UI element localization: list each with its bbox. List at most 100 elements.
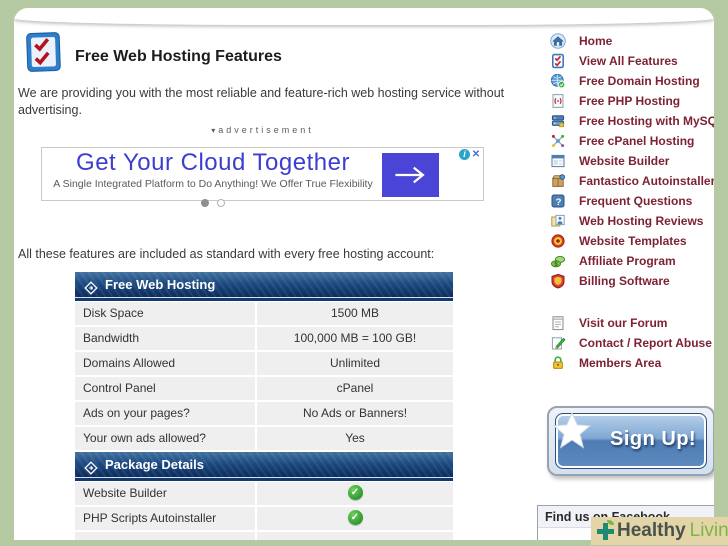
feature-label: Ads on your pages? [75, 402, 255, 425]
sidebar-item-label: Website Templates [579, 234, 687, 248]
sidebar-item-free-domain-hosting[interactable]: Free Domain Hosting [546, 71, 714, 91]
sidebar-item-visit-our-forum[interactable]: Visit our Forum [546, 313, 712, 333]
sidebar-item-label: Website Builder [579, 154, 670, 168]
lock-icon [550, 355, 566, 371]
feature-value-cell: cPanel [257, 377, 453, 400]
sidebar-item-label: Affiliate Program [579, 254, 676, 268]
server-icon [550, 113, 566, 129]
globe-icon [550, 73, 566, 89]
signup-panel[interactable]: Sign Up! [547, 406, 714, 476]
sidebar-item-frequent-questions[interactable]: ? Frequent Questions [546, 191, 714, 211]
sidebar-item-billing-software[interactable]: Billing Software [546, 271, 714, 291]
carousel-dot[interactable] [217, 199, 225, 207]
sidebar-item-label: Free cPanel Hosting [579, 134, 695, 148]
sidebar-item-label: Fantastico Autoinstaller [579, 174, 714, 188]
sidebar-item-free-hosting-with-mysql[interactable]: Free Hosting with MySQL [546, 111, 714, 131]
carousel-dot-active[interactable] [201, 199, 209, 207]
check-icon: ✓ [347, 509, 363, 525]
intro-text: We are providing you with the most relia… [18, 86, 505, 117]
feature-label: Your own ads allowed? [75, 427, 255, 450]
sidebar-item-website-templates[interactable]: Website Templates [546, 231, 714, 251]
feature-value-cell: 1500 MB [257, 302, 453, 325]
advertisement-label[interactable]: ▾ advertisement [41, 125, 484, 135]
star-icon [553, 411, 591, 449]
table-row: Bandwidth 100,000 MB = 100 GB! [75, 327, 453, 350]
check-icon: ✓ [347, 484, 363, 500]
ad-text-block: Get Your Cloud Together A Single Integra… [48, 148, 378, 207]
signup-button[interactable]: Sign Up! [553, 411, 707, 469]
sidebar-item-fantastico-autoinstaller[interactable]: Fantastico Autoinstaller [546, 171, 714, 191]
feature-label: Domains Allowed [75, 352, 255, 375]
checklist-logo-icon [26, 32, 61, 72]
watermark-light-text: Living [689, 520, 728, 541]
sidebar-item-affiliate-program[interactable]: $ Affiliate Program [546, 251, 714, 271]
feature-value-cell: Unlimited [257, 352, 453, 375]
feature-value-cell: 100,000 MB = 100 GB! [257, 327, 453, 350]
feature-label: Control Panel [75, 377, 255, 400]
question-icon: ? [550, 193, 566, 209]
feature-value: Unlimited [329, 356, 380, 370]
feature-value: cPanel [336, 381, 374, 395]
feature-value-cell [257, 532, 453, 540]
window-icon [550, 153, 566, 169]
arrow-right-icon [394, 166, 425, 183]
ad-headline: Get Your Cloud Together [76, 149, 350, 176]
sidebar-item-label: Frequent Questions [579, 194, 693, 208]
pencil-icon [550, 335, 566, 351]
checklist-icon [550, 53, 566, 69]
table-row: Website Builder ✓ [75, 482, 453, 505]
sidebar-item-label: View All Features [579, 54, 678, 68]
sidebar-item-members-area[interactable]: Members Area [546, 353, 712, 373]
ad-carousel-dots [48, 194, 378, 212]
coins-icon: $ [550, 253, 566, 269]
feature-label: Disk Space [75, 302, 255, 325]
table-section-header: Package Details [75, 452, 453, 478]
sidebar-item-website-builder[interactable]: Website Builder [546, 151, 714, 171]
sidebar-item-label: Members Area [579, 356, 662, 370]
table-section-header: Free Web Hosting [75, 272, 453, 298]
features-table: Free Web Hosting Disk Space 1500 MB Bandwid… [75, 272, 453, 540]
sidebar-item-free-cpanel-hosting[interactable]: Free cPanel Hosting [546, 131, 714, 151]
table-row: Domains Allowed Unlimited [75, 352, 453, 375]
page-title: Free Web Hosting Features [75, 48, 282, 65]
healthy-living-watermark: Healthy Living [591, 517, 728, 545]
feature-value: No Ads or Banners! [302, 406, 408, 420]
feature-value-cell: Yes [257, 427, 453, 450]
sidebar-item-label: Visit our Forum [579, 316, 668, 330]
sidebar-item-contact-report-abuse[interactable]: Contact / Report Abuse [546, 333, 712, 353]
diamond-arrow-icon [84, 278, 98, 295]
svg-text:?: ? [556, 197, 562, 208]
sidebar-item-label: Contact / Report Abuse [579, 336, 712, 350]
script-icon [550, 93, 566, 109]
feature-value-cell: ✓ [257, 507, 453, 530]
network-icon [550, 133, 566, 149]
feature-label [75, 532, 255, 540]
sidebar-item-web-hosting-reviews[interactable]: Web Hosting Reviews [546, 211, 714, 231]
table-row: Ads on your pages? No Ads or Banners! [75, 402, 453, 425]
page-top-edge [14, 8, 714, 25]
table-row: PHP Scripts Autoinstaller ✓ [75, 507, 453, 530]
target-icon [550, 233, 566, 249]
sidebar-menu: Home View All Features Free Domain Hosting… [546, 31, 714, 291]
feature-value-cell: No Ads or Banners! [257, 402, 453, 425]
table-row: Disk Space 1500 MB [75, 302, 453, 325]
sidebar-item-label: Free Hosting with MySQL [579, 114, 714, 128]
sidebar-item-home[interactable]: Home [546, 31, 714, 51]
ad-banner[interactable]: Get Your Cloud Together A Single Integra… [41, 147, 484, 207]
section-header-label: Free Web Hosting [105, 277, 216, 292]
sidebar-item-label: Free PHP Hosting [579, 94, 681, 108]
sidebar-item-label: Free Domain Hosting [579, 74, 700, 88]
features-line: All these features are included as stand… [18, 247, 435, 261]
sidebar-item-free-php-hosting[interactable]: Free PHP Hosting [546, 91, 714, 111]
feature-value: 1500 MB [330, 306, 380, 320]
chevron-down-icon: ▾ [211, 126, 216, 135]
sidebar-item-label: Web Hosting Reviews [579, 214, 704, 228]
ad-close-icon[interactable]: ✕ [470, 149, 482, 160]
sidebar-item-view-all-features[interactable]: View All Features [546, 51, 714, 71]
feature-label: PHP Scripts Autoinstaller [75, 507, 255, 530]
home-icon [550, 33, 566, 49]
ad-arrow-button[interactable] [382, 153, 439, 197]
package-icon [550, 173, 566, 189]
adchoices-info-icon[interactable]: i [459, 149, 470, 160]
table-row: Control Panel cPanel [75, 377, 453, 400]
